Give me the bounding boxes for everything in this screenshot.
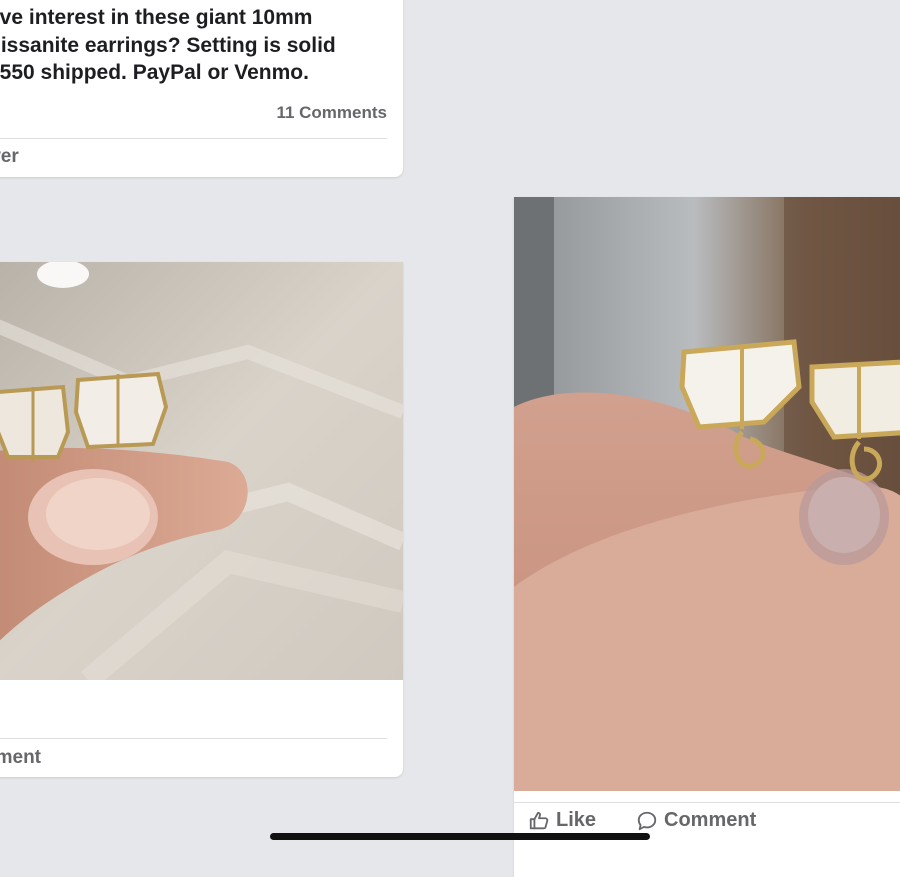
divider [0, 738, 387, 739]
earrings-photo[interactable] [0, 262, 403, 680]
earrings-photo[interactable] [514, 197, 900, 791]
action-button-partial[interactable]: nment [0, 747, 41, 769]
divider [0, 138, 387, 139]
like-button[interactable]: Like [528, 809, 596, 832]
post-card-right: Like Comment [514, 197, 900, 877]
like-label: Like [556, 809, 597, 831]
thumbs-up-icon [528, 810, 550, 832]
post-card-middle: nment [0, 262, 403, 777]
action-button-partial[interactable]: wer [0, 146, 19, 168]
comment-button[interactable]: Comment [636, 809, 756, 832]
post-text: ave interest in these giant 10mm oissani… [0, 6, 336, 84]
home-indicator[interactable] [270, 833, 650, 840]
comment-label: Comment [664, 809, 757, 831]
speech-bubble-icon [636, 810, 658, 832]
comments-count-link[interactable]: 11 Comments [276, 103, 387, 123]
post-card-top: ave interest in these giant 10mm oissani… [0, 0, 403, 177]
divider [514, 802, 900, 803]
